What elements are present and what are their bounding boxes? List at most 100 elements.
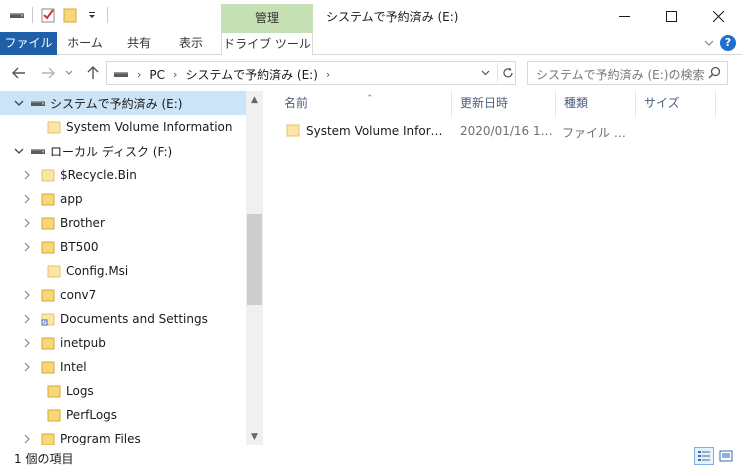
collapsed-chevron-icon[interactable] <box>20 240 34 254</box>
navigation-pane-scrollbar[interactable]: ▲ ▼ <box>246 91 263 445</box>
folder-icon <box>40 288 56 302</box>
folder-icon <box>40 240 56 254</box>
expand-ribbon-chevron-icon[interactable] <box>704 36 714 50</box>
nav-tree-item[interactable]: Logs <box>0 379 246 403</box>
nav-tree-item[interactable]: app <box>0 187 246 211</box>
nav-tree-item-label: Config.Msi <box>66 264 129 278</box>
folder-icon <box>40 216 56 230</box>
breadcrumb-item-pc[interactable]: PC <box>149 68 165 82</box>
properties-checkmark-icon[interactable] <box>39 6 57 24</box>
folder-icon <box>40 192 56 206</box>
tab-drive-tools[interactable]: ドライブ ツール <box>221 32 313 55</box>
recent-locations-button[interactable] <box>62 63 76 83</box>
context-tab-manage[interactable]: 管理 <box>221 4 313 32</box>
toolbar-divider <box>32 7 33 23</box>
forward-button[interactable] <box>38 63 58 83</box>
scrollbar-thumb[interactable] <box>247 214 262 305</box>
close-button[interactable] <box>695 0 741 32</box>
window-title: システムで予約済み (E:) <box>326 10 459 24</box>
nav-tree-item-label: Program Files <box>60 432 141 445</box>
nav-tree-item[interactable]: Documents and Settings <box>0 307 246 331</box>
column-header-type[interactable]: 種類 <box>556 91 636 117</box>
up-button[interactable] <box>83 63 103 83</box>
breadcrumb-item-drive-e[interactable]: システムで予約済み (E:) <box>185 66 317 83</box>
breadcrumb-separator-icon[interactable]: › <box>326 68 330 81</box>
nav-tree-item-label: System Volume Information <box>66 120 233 134</box>
title-bar: 管理 システムで予約済み (E:) <box>0 0 742 32</box>
nav-tree-item[interactable]: ローカル ディスク (F:) <box>0 139 246 163</box>
large-icons-view-button[interactable] <box>716 447 736 465</box>
back-button[interactable] <box>9 63 29 83</box>
table-row[interactable]: System Volume Informati... 2020/01/16 17… <box>280 121 740 143</box>
search-icon[interactable] <box>708 66 721 82</box>
nav-tree-item-label: $Recycle.Bin <box>60 168 137 182</box>
navigation-pane: システムで予約済み (E:) System Volume Information ロ… <box>0 91 262 445</box>
nav-tree-item-label: Brother <box>60 216 105 230</box>
nav-tree-item-label: システムで予約済み (E:) <box>50 96 183 111</box>
folder-icon <box>46 408 62 422</box>
tab-share[interactable]: 共有 <box>116 32 162 55</box>
close-icon <box>712 10 724 22</box>
details-view-button[interactable] <box>694 447 714 465</box>
nav-tree-item-label: Intel <box>60 360 87 374</box>
nav-tree-item[interactable]: conv7 <box>0 283 246 307</box>
address-history-dropdown[interactable] <box>476 64 494 82</box>
expanded-chevron-icon[interactable] <box>12 96 26 110</box>
tab-view[interactable]: 表示 <box>168 32 214 55</box>
nav-tree-item[interactable]: Brother <box>0 211 246 235</box>
breadcrumb-separator-icon[interactable]: › <box>137 68 141 81</box>
collapsed-chevron-icon[interactable] <box>20 312 34 326</box>
collapsed-chevron-icon[interactable] <box>20 288 34 302</box>
nav-tree-item[interactable]: System Volume Information <box>0 115 246 139</box>
nav-tree-item-label: inetpub <box>60 336 106 350</box>
scroll-up-button[interactable]: ▲ <box>246 91 263 108</box>
nav-tree-item[interactable]: PerfLogs <box>0 403 246 427</box>
nav-tree-item[interactable]: システムで予約済み (E:) <box>0 91 246 115</box>
toolbar-divider <box>107 7 108 23</box>
nav-tree-item[interactable]: BT500 <box>0 235 246 259</box>
address-bar[interactable]: › PC › システムで予約済み (E:) › <box>106 61 516 85</box>
customize-qat-chevron-icon[interactable] <box>83 6 101 24</box>
minimize-button[interactable] <box>601 0 647 32</box>
breadcrumb-separator-icon[interactable]: › <box>173 68 177 81</box>
folder-faded-icon <box>286 123 300 140</box>
nav-tree-item[interactable]: Program Files <box>0 427 246 445</box>
tab-file[interactable]: ファイル <box>0 32 57 55</box>
collapsed-chevron-icon[interactable] <box>20 360 34 374</box>
search-box[interactable]: システムで予約済み (E:)の検索 <box>527 61 728 85</box>
column-header-modified[interactable]: 更新日時 <box>452 91 556 117</box>
quick-access-toolbar <box>8 6 110 24</box>
nav-tree-item[interactable]: Config.Msi <box>0 259 246 283</box>
maximize-icon <box>665 10 677 22</box>
drive-icon[interactable] <box>8 6 26 24</box>
nav-tree-item-label: BT500 <box>60 240 99 254</box>
refresh-button[interactable] <box>497 63 517 83</box>
tab-home[interactable]: ホーム <box>62 32 108 55</box>
help-button[interactable]: ? <box>720 35 736 51</box>
column-header-name[interactable]: 名前 ⌃ <box>276 91 452 117</box>
column-header-label: 名前 <box>284 96 309 110</box>
folder-icon <box>40 432 56 445</box>
nav-tree-item[interactable]: Intel <box>0 355 246 379</box>
search-input[interactable]: システムで予約済み (E:)の検索 <box>536 66 704 83</box>
collapsed-chevron-icon[interactable] <box>20 336 34 350</box>
column-header-size[interactable]: サイズ <box>636 91 716 117</box>
collapsed-chevron-icon[interactable] <box>20 168 34 182</box>
maximize-button[interactable] <box>648 0 694 32</box>
new-folder-icon[interactable] <box>61 6 79 24</box>
up-arrow-icon <box>87 66 99 79</box>
nav-tree-item-label: ローカル ディスク (F:) <box>50 144 173 159</box>
scroll-down-button[interactable]: ▼ <box>246 428 263 445</box>
nav-tree-item[interactable]: $Recycle.Bin <box>0 163 246 187</box>
nav-tree-item-label: app <box>60 192 83 206</box>
back-arrow-icon <box>12 67 25 79</box>
collapsed-chevron-icon[interactable] <box>20 216 34 230</box>
ribbon-tab-bar: ファイル ホーム 共有 表示 ドライブ ツール ? <box>0 32 742 55</box>
expanded-chevron-icon[interactable] <box>12 144 26 158</box>
collapsed-chevron-icon[interactable] <box>20 192 34 206</box>
collapsed-chevron-icon[interactable] <box>20 432 34 445</box>
nav-tree-item[interactable]: inetpub <box>0 331 246 355</box>
drive-icon <box>30 96 46 110</box>
